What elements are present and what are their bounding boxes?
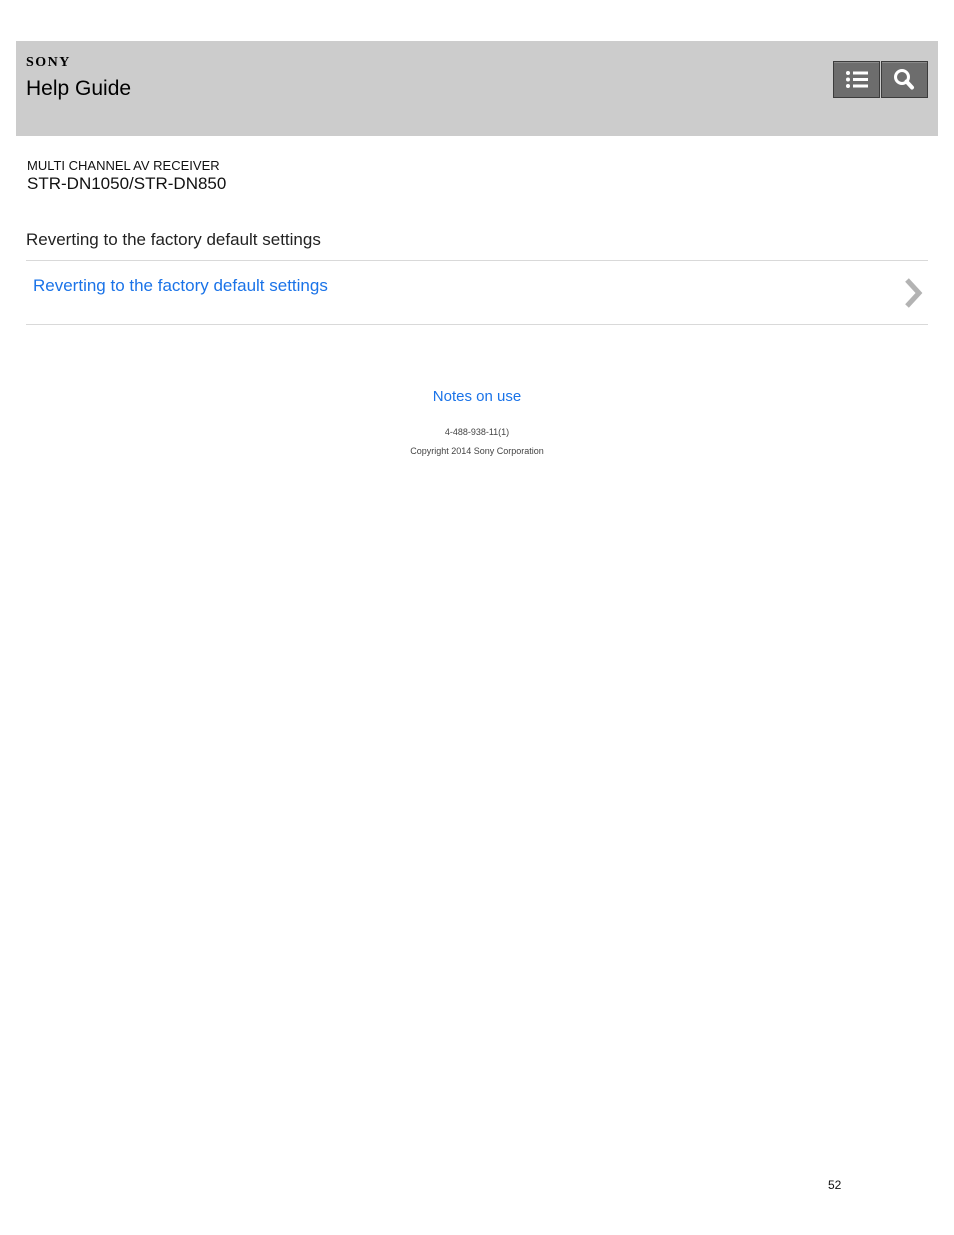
app-title: Help Guide xyxy=(26,77,132,100)
chevron-right-icon xyxy=(905,278,923,308)
divider xyxy=(26,324,928,325)
document-code: 4-488-938-11(1) xyxy=(444,427,510,437)
section-title: Reverting to the factory default setting… xyxy=(26,230,321,249)
product-model: STR-DN1050/STR-DN850 xyxy=(27,174,227,193)
topic-link-label[interactable]: Reverting to the factory default setting… xyxy=(33,276,328,296)
product-category: MULTI CHANNEL AV RECEIVER xyxy=(27,158,220,173)
page-number: 52 xyxy=(828,1178,842,1192)
search-icon xyxy=(894,69,914,90)
notes-on-use-link[interactable]: Notes on use xyxy=(0,388,954,405)
topic-link-factory-default[interactable]: Reverting to the factory default setting… xyxy=(26,261,928,324)
copyright-text: Copyright 2014 Sony Corporation xyxy=(410,446,544,456)
sony-logo: SONY xyxy=(26,55,71,70)
toc-button[interactable] xyxy=(833,61,880,98)
search-button[interactable] xyxy=(881,61,928,98)
header-bar: SONY Help Guide xyxy=(16,41,938,136)
list-icon xyxy=(846,71,868,88)
